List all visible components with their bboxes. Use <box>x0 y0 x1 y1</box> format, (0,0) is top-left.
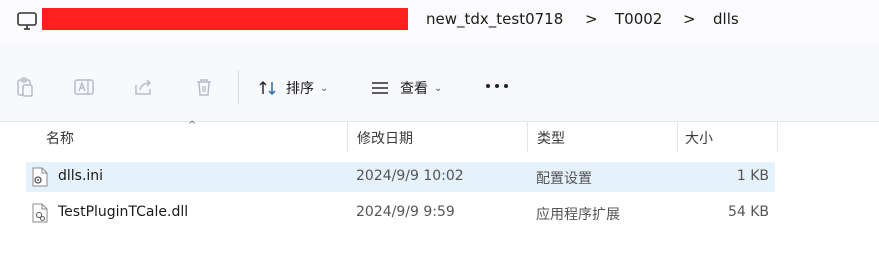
more-options-button[interactable] <box>484 76 510 96</box>
file-size: 1 KB <box>736 168 769 184</box>
file-type: 配置设置 <box>536 171 592 187</box>
paste-icon[interactable] <box>14 76 36 98</box>
file-modified: 2024/9/9 10:02 <box>356 168 464 184</box>
toolbar-divider <box>238 70 239 104</box>
dll-file-icon <box>32 203 48 223</box>
view-button[interactable]: 查看 ⌄ <box>370 76 442 100</box>
redacted-path <box>42 8 408 30</box>
breadcrumb-dlls[interactable]: dlls <box>713 10 739 28</box>
file-row[interactable]: TestPluginTCale.dll 2024/9/9 9:59 应用程序扩展… <box>26 198 775 228</box>
file-name[interactable]: dlls.ini <box>58 168 103 184</box>
chevron-down-icon: ⌄ <box>434 82 443 94</box>
breadcrumb-new-tdx-test0718[interactable]: new_tdx_test0718 <box>426 10 563 28</box>
column-divider[interactable] <box>677 122 678 152</box>
column-divider[interactable] <box>777 122 778 152</box>
breadcrumb-separator[interactable]: > <box>683 10 696 28</box>
file-name[interactable]: TestPluginTCale.dll <box>58 204 188 220</box>
chevron-down-icon: ⌄ <box>320 82 329 94</box>
view-list-icon <box>372 82 388 94</box>
this-pc-icon <box>17 12 37 30</box>
rename-icon[interactable] <box>73 76 95 98</box>
column-modified[interactable]: 修改日期 <box>357 128 413 148</box>
file-size: 54 KB <box>727 204 769 220</box>
delete-icon[interactable] <box>193 76 215 98</box>
file-modified: 2024/9/9 9:59 <box>356 204 455 220</box>
sort-ascending-icon: ^ <box>188 120 197 131</box>
column-size[interactable]: 大小 <box>685 128 713 148</box>
share-icon[interactable] <box>133 76 155 98</box>
breadcrumb-separator[interactable]: > <box>585 10 598 28</box>
breadcrumb-t0002[interactable]: T0002 <box>615 10 662 28</box>
column-type[interactable]: 类型 <box>537 128 565 148</box>
column-header: ^ 名称 修改日期 类型 大小 <box>0 120 879 152</box>
column-name[interactable]: 名称 <box>46 128 74 148</box>
sort-label: 排序 <box>286 81 314 97</box>
address-bar[interactable]: new_tdx_test0718 > T0002 > dlls <box>0 0 879 46</box>
column-divider[interactable] <box>527 122 528 152</box>
command-bar: 排序 ⌄ 查看 ⌄ <box>0 46 879 122</box>
sort-button[interactable]: 排序 ⌄ <box>258 76 328 100</box>
view-label: 查看 <box>400 81 428 97</box>
settings-file-icon <box>32 167 48 187</box>
column-divider[interactable] <box>347 122 348 152</box>
file-row[interactable]: dlls.ini 2024/9/9 10:02 配置设置 1 KB <box>26 162 775 192</box>
sort-icon <box>259 80 276 96</box>
file-type: 应用程序扩展 <box>536 207 620 223</box>
